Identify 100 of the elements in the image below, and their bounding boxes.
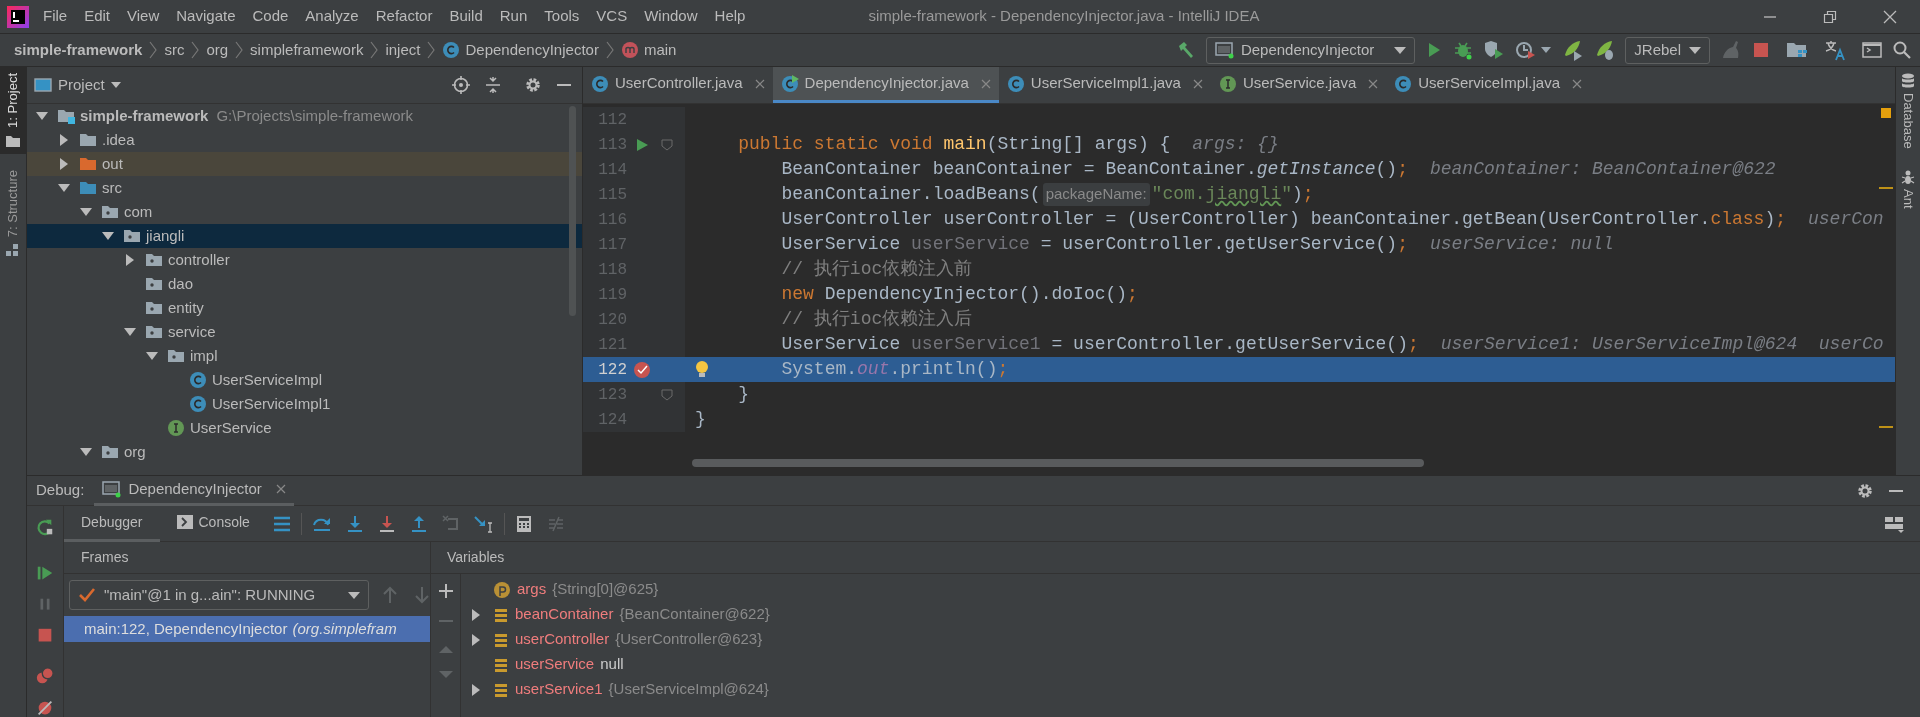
- terminal-icon[interactable]: [1862, 41, 1882, 59]
- scrollbar[interactable]: [569, 106, 576, 316]
- tool-window-tab[interactable]: Database: [1898, 73, 1918, 149]
- layout-icon[interactable]: [1884, 514, 1904, 533]
- stop-icon[interactable]: [1752, 41, 1770, 59]
- collapse-all-icon[interactable]: [484, 76, 502, 94]
- variable-row[interactable]: args {String[0]@625}: [461, 577, 770, 602]
- search-icon[interactable]: [1892, 40, 1912, 60]
- tree-item[interactable]: entity: [27, 296, 582, 320]
- force-step-into-icon[interactable]: [377, 514, 396, 533]
- fold-icon[interactable]: [661, 388, 673, 401]
- tree-item[interactable]: impl: [27, 344, 582, 368]
- menu-item[interactable]: Refactor: [375, 5, 433, 28]
- add-icon[interactable]: [438, 584, 453, 598]
- step-into-icon[interactable]: [345, 514, 364, 533]
- down-arrow-icon[interactable]: [415, 586, 429, 604]
- breadcrumb-item[interactable]: org: [206, 38, 229, 62]
- run-gutter-icon[interactable]: [635, 137, 649, 152]
- settings-icon[interactable]: [524, 76, 542, 94]
- stop-icon[interactable]: [36, 626, 54, 643]
- menu-item[interactable]: VCS: [596, 5, 628, 28]
- debugger-tab[interactable]: Console: [159, 505, 267, 542]
- menu-item[interactable]: Help: [714, 5, 746, 28]
- tree-item[interactable]: UserService: [27, 416, 582, 440]
- calculator-icon[interactable]: [514, 514, 533, 533]
- editor-tab[interactable]: DependencyInjector.java: [772, 67, 999, 103]
- bug-icon[interactable]: [1453, 40, 1474, 60]
- rerun-icon[interactable]: [35, 518, 55, 537]
- close-icon[interactable]: [1572, 78, 1582, 89]
- variable-row[interactable]: userService null: [461, 652, 770, 677]
- variable-row[interactable]: userService1 {UserServiceImpl@624}: [461, 677, 770, 702]
- trace-icon[interactable]: [546, 514, 565, 533]
- move-up-icon[interactable]: [438, 644, 453, 654]
- view-breakpoints-icon[interactable]: [35, 666, 55, 685]
- threads-icon[interactable]: [272, 515, 291, 532]
- tree-item[interactable]: src: [27, 176, 582, 200]
- fold-icon[interactable]: [661, 138, 673, 151]
- run-configuration-dropdown[interactable]: DependencyInjector: [1205, 36, 1416, 64]
- tree-item[interactable]: service: [27, 320, 582, 344]
- translate-icon[interactable]: [1824, 39, 1846, 61]
- tree-item[interactable]: simple-framework G:\Projects\simple-framework: [27, 104, 582, 128]
- locate-icon[interactable]: [452, 76, 470, 94]
- code-text: }: [695, 408, 706, 431]
- menu-item[interactable]: View: [127, 5, 160, 28]
- tool-window-tab[interactable]: 7: Structure: [0, 163, 26, 264]
- close-icon[interactable]: [1368, 78, 1379, 89]
- profiler-dropdown[interactable]: [1515, 40, 1552, 60]
- settings-icon[interactable]: [1856, 481, 1874, 500]
- menu-item[interactable]: Tools: [544, 5, 580, 28]
- breadcrumb-item[interactable]: main: [620, 38, 677, 62]
- close-icon[interactable]: [980, 78, 991, 89]
- breadcrumb-item[interactable]: simpleframework: [250, 38, 364, 62]
- minimize-icon: [1763, 15, 1777, 18]
- tool-window-tab[interactable]: Ant: [1898, 168, 1918, 209]
- lightbulb-icon[interactable]: [695, 360, 709, 378]
- tree-item[interactable]: out: [27, 152, 582, 176]
- project-structure-icon[interactable]: [1786, 40, 1808, 60]
- tree-item[interactable]: .idea: [27, 128, 582, 152]
- menu-item[interactable]: File: [43, 5, 68, 28]
- tree-item[interactable]: com: [27, 200, 582, 224]
- thread-dropdown[interactable]: "main"@1 in g...ain": RUNNING: [69, 580, 369, 610]
- tree-item[interactable]: dao: [27, 272, 582, 296]
- run-to-cursor-icon[interactable]: [473, 514, 494, 533]
- breadcrumb-item[interactable]: inject: [385, 38, 421, 62]
- tree-item[interactable]: controller: [27, 248, 582, 272]
- close-icon[interactable]: [275, 484, 286, 494]
- editor-tab[interactable]: UserService.java: [1210, 67, 1387, 103]
- menu-item[interactable]: Navigate: [176, 5, 236, 28]
- close-icon[interactable]: [1192, 78, 1203, 89]
- up-arrow-icon[interactable]: [383, 586, 397, 604]
- editor-tab[interactable]: UserServiceImpl1.java: [998, 67, 1211, 103]
- tree-item[interactable]: UserServiceImpl: [27, 368, 582, 392]
- breadcrumb-item[interactable]: DependencyInjector: [442, 38, 599, 62]
- frame-row[interactable]: main:122, DependencyInjector (org.simplefram: [64, 616, 430, 642]
- mute-breakpoints-icon[interactable]: [35, 698, 55, 717]
- editor-tab[interactable]: UserServiceImpl.java: [1386, 67, 1590, 103]
- horizontal-scrollbar[interactable]: [692, 459, 1424, 467]
- variable-row[interactable]: beanContainer {BeanContainer@622}: [461, 602, 770, 627]
- project-view-dropdown[interactable]: Project: [34, 73, 121, 97]
- inspection-status-icon: [1881, 108, 1891, 118]
- menu-item[interactable]: Code: [252, 5, 289, 28]
- editor-tab[interactable]: UserController.java: [583, 67, 773, 103]
- drop-frame-icon[interactable]: [441, 514, 460, 533]
- variable-row[interactable]: userController {UserController@623}: [461, 627, 770, 652]
- tool-window-tab[interactable]: 1: Project: [0, 67, 26, 154]
- menu-item[interactable]: Analyze: [305, 5, 359, 28]
- tree-item[interactable]: UserServiceImpl1: [27, 392, 582, 416]
- tree-item[interactable]: org: [27, 440, 582, 464]
- menu-item[interactable]: Run: [499, 5, 528, 28]
- menu-item[interactable]: Build: [449, 5, 483, 28]
- breakpoint-icon[interactable]: [633, 360, 651, 379]
- step-out-icon[interactable]: [409, 514, 428, 533]
- menu-item[interactable]: Window: [644, 5, 698, 28]
- jrebel-dropdown[interactable]: JRebel: [1625, 36, 1710, 64]
- move-down-icon[interactable]: [438, 670, 453, 680]
- breadcrumb-item[interactable]: simple-framework: [14, 38, 143, 62]
- close-icon[interactable]: [754, 78, 765, 89]
- menu-item[interactable]: Edit: [84, 5, 111, 28]
- breadcrumb-item[interactable]: src: [164, 38, 185, 62]
- tree-item[interactable]: jiangli: [27, 224, 582, 248]
